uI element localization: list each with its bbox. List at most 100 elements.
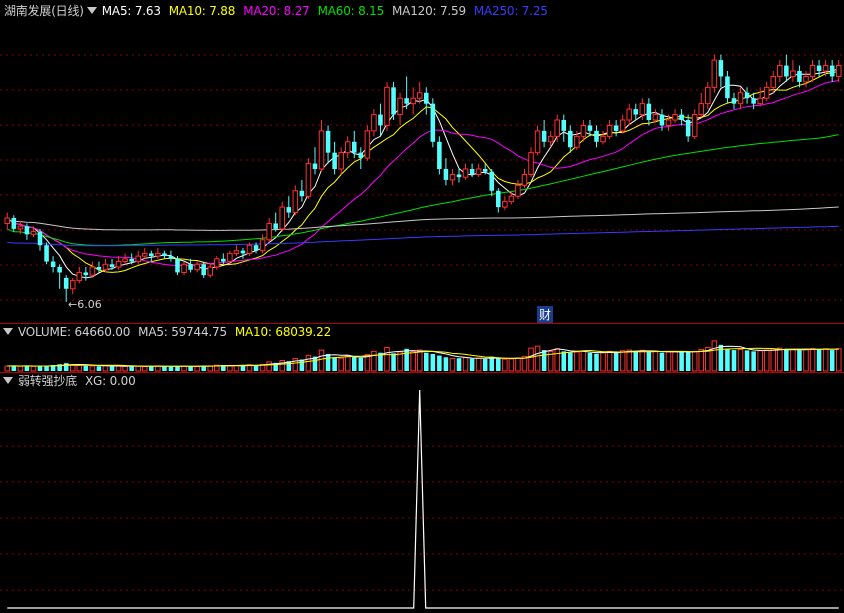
volume-bar (606, 350, 613, 372)
candle-body (89, 266, 96, 276)
candle-body (633, 109, 639, 115)
candle-body (528, 152, 534, 175)
candle-body (541, 130, 547, 142)
volume-bar (751, 351, 756, 371)
ma120-line (7, 206, 839, 231)
candle-body (24, 226, 30, 235)
candle-body (600, 135, 606, 143)
volume-bar (397, 351, 403, 372)
indicator-panel[interactable]: 弱转强抄底 XG: 0.00 (0, 372, 844, 613)
volume-bar (829, 350, 835, 371)
ma5-label: MA5: 7.63 (101, 3, 161, 18)
candle-body (770, 75, 777, 88)
ma10-label: MA10: 7.88 (168, 3, 236, 18)
volume-bar (332, 357, 337, 371)
candle-body (561, 120, 567, 131)
candle-body (168, 256, 174, 259)
volume-bar (731, 350, 737, 371)
candle-body (816, 65, 822, 71)
candle-body (266, 222, 272, 241)
volume-bar (777, 347, 783, 372)
volume-bar (141, 366, 148, 372)
candle-body (639, 103, 646, 116)
volume-bar (685, 352, 691, 371)
candle-body (718, 60, 724, 77)
candle-body (822, 65, 829, 72)
indicator-chart[interactable] (0, 372, 844, 613)
candle-body (181, 263, 187, 273)
candle-body (109, 264, 115, 267)
candle-body (424, 92, 429, 104)
candle-body (626, 108, 632, 121)
candle-body (469, 169, 475, 175)
volume-bar (449, 357, 456, 372)
volume-bar (469, 358, 475, 371)
volume-panel[interactable]: VOLUME: 64660.00 MA5: 59744.75 MA10: 680… (0, 323, 844, 372)
volume-bar (299, 359, 305, 371)
candle-body (763, 86, 770, 99)
volume-bar (76, 364, 83, 372)
candle-body (829, 65, 835, 77)
candle-body (122, 258, 128, 263)
volume-bar (149, 366, 154, 371)
candle-body (652, 114, 659, 121)
volume-bar (633, 351, 639, 371)
candle-body (437, 141, 442, 169)
volume-bar (489, 356, 495, 371)
price-chart[interactable] (0, 0, 844, 323)
candle-body (443, 169, 449, 180)
volume-bar (770, 348, 777, 372)
candle-body (554, 119, 560, 137)
volume-bar (496, 358, 501, 371)
financial-report-badge[interactable]: 财 (537, 306, 554, 323)
candle-body (679, 114, 684, 120)
candle-body (30, 231, 37, 235)
candle-body (462, 168, 469, 178)
volume-bar (404, 348, 409, 371)
volume-bar (30, 365, 37, 372)
volume-bar (371, 350, 377, 372)
candle-body (737, 92, 744, 105)
volume-bar (797, 350, 802, 371)
volume-bar (757, 350, 763, 372)
candle-body (141, 252, 148, 257)
volume-bar (4, 365, 11, 372)
candle-body (397, 97, 403, 116)
candle-body (344, 141, 351, 154)
candle-body (809, 65, 816, 77)
candle-body (57, 267, 62, 273)
volume-bar (639, 349, 646, 372)
collapse-arrow-icon[interactable] (3, 377, 13, 384)
ma120-label: MA120: 7.59 (392, 3, 466, 18)
ma60-label: MA60: 8.15 (317, 3, 385, 18)
volume-bar (122, 365, 128, 372)
candle-body (201, 264, 206, 276)
volume-bar (135, 365, 141, 372)
collapse-arrow-icon[interactable] (3, 328, 13, 335)
volume-bar (11, 365, 17, 371)
volume-bar (443, 357, 449, 371)
candle-body (672, 114, 678, 121)
price-panel[interactable]: 湖南发展 (日线) MA5: 7.63 MA10: 7.88 MA20: 8.2… (0, 0, 844, 323)
candle-body (534, 130, 541, 154)
candle-body (96, 267, 102, 270)
candle-body (378, 114, 383, 126)
volume-bar (737, 348, 744, 372)
candle-body (391, 87, 396, 115)
volume-bar (181, 365, 187, 372)
collapse-arrow-icon[interactable] (86, 7, 97, 14)
candle-body (76, 271, 83, 282)
volume-bar (561, 351, 567, 371)
volume-bar (89, 365, 96, 372)
volume-bar (725, 348, 730, 371)
candle-body (646, 103, 652, 120)
candle-body (496, 190, 501, 208)
candle-body (777, 65, 783, 77)
low-marker-arrow-icon: ← (68, 298, 78, 311)
ma5-line (6, 68, 839, 279)
volume-bar (613, 352, 619, 371)
volume-bar (528, 347, 534, 372)
volume-bar (351, 356, 357, 371)
volume-label: VOLUME: 64660.00 (18, 324, 131, 339)
volume-bar (96, 366, 102, 371)
